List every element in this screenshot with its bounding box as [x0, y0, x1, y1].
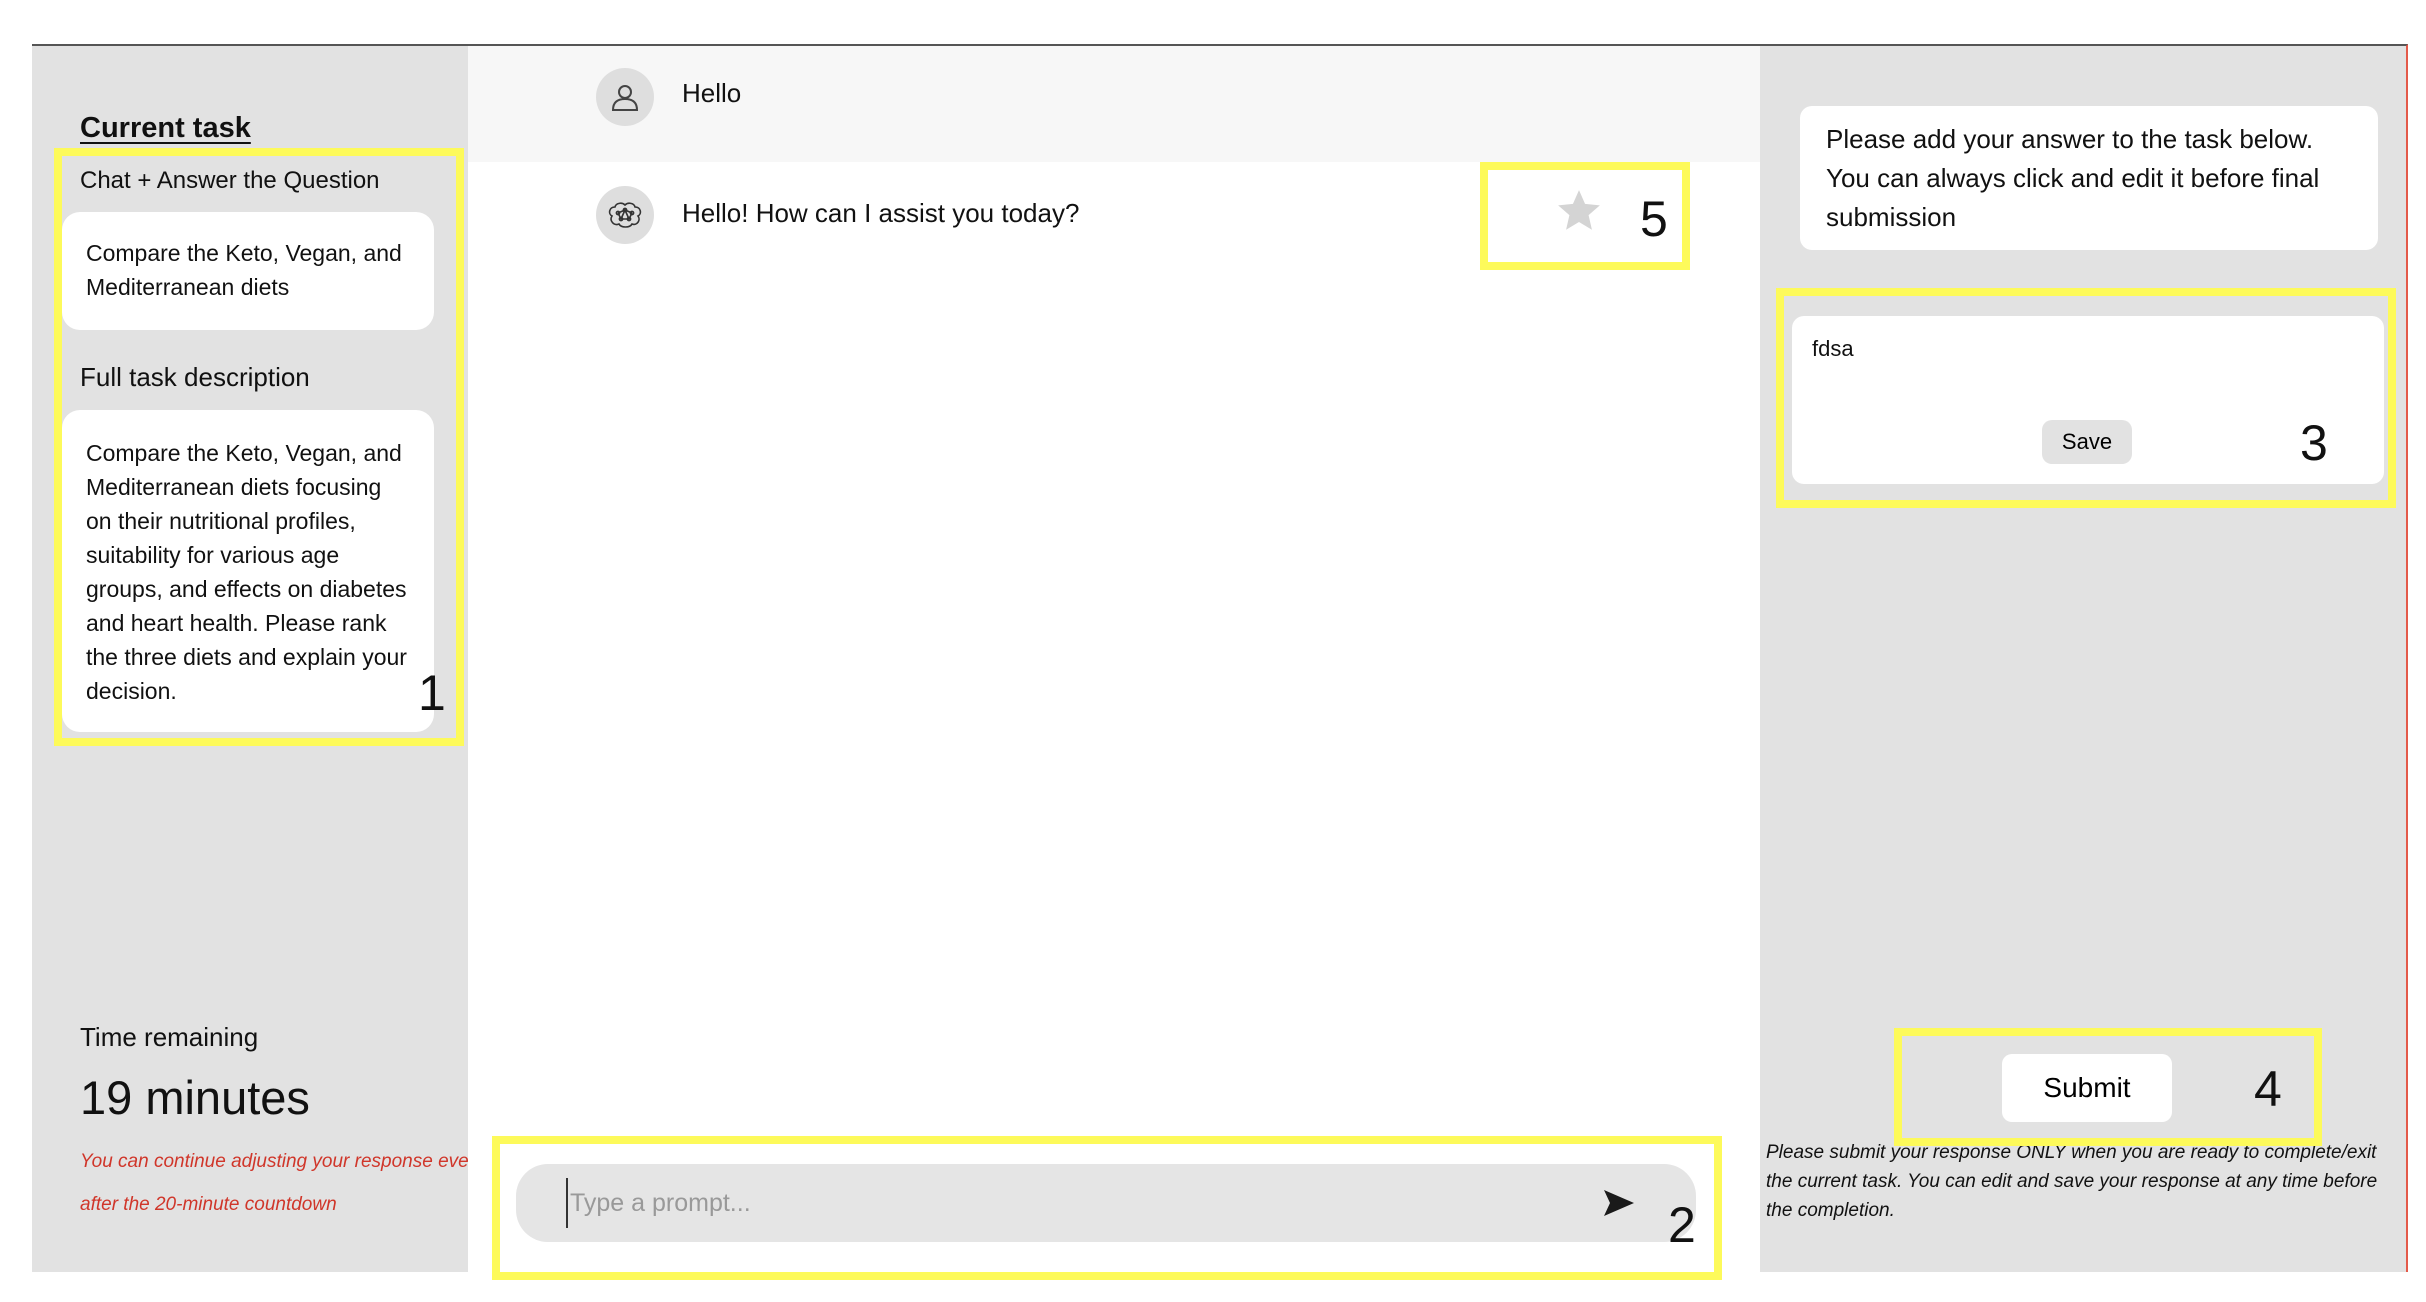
star-icon[interactable]	[1554, 186, 1604, 236]
short-description-card: Compare the Keto, Vegan, and Mediterrane…	[62, 212, 434, 330]
answer-text[interactable]: fdsa	[1812, 336, 1854, 362]
annotation-label-5: 5	[1640, 191, 1668, 247]
save-button[interactable]: Save	[2042, 420, 2132, 464]
send-icon[interactable]	[1602, 1188, 1636, 1218]
answer-instructions: Please add your answer to the task below…	[1800, 106, 2378, 250]
annotation-label-3: 3	[2300, 415, 2328, 471]
assistant-message-text: Hello! How can I assist you today?	[682, 198, 1080, 228]
current-task-heading: Current task	[80, 112, 251, 144]
time-remaining-value: 19 minutes	[80, 1071, 310, 1124]
short-description-text: Compare the Keto, Vegan, and Mediterrane…	[86, 240, 402, 300]
answer-editor[interactable]: fdsa Save	[1792, 316, 2384, 484]
task-type-label: Chat + Answer the Question	[80, 167, 380, 194]
full-description-text: Compare the Keto, Vegan, and Mediterrane…	[86, 440, 407, 704]
time-note: You can continue adjusting your response…	[80, 1151, 480, 1215]
prompt-input[interactable]	[566, 1178, 1566, 1228]
annotation-label-2: 2	[1668, 1197, 1696, 1253]
user-message-row	[468, 46, 1760, 162]
brain-avatar-icon	[596, 186, 654, 244]
answer-instructions-text: Please add your answer to the task below…	[1826, 124, 2320, 232]
annotation-label-4: 4	[2254, 1061, 2282, 1117]
time-remaining-label: Time remaining	[80, 1022, 259, 1052]
user-message-text: Hello	[682, 78, 742, 108]
full-description-label: Full task description	[80, 362, 310, 392]
submit-note: Please submit your response ONLY when yo…	[1766, 1142, 2378, 1221]
full-description-card: Compare the Keto, Vegan, and Mediterrane…	[62, 410, 434, 732]
submit-button[interactable]: Submit	[2002, 1054, 2172, 1122]
prompt-bar	[516, 1164, 1696, 1242]
annotation-label-1: 1	[418, 665, 446, 721]
user-avatar-icon	[596, 68, 654, 126]
